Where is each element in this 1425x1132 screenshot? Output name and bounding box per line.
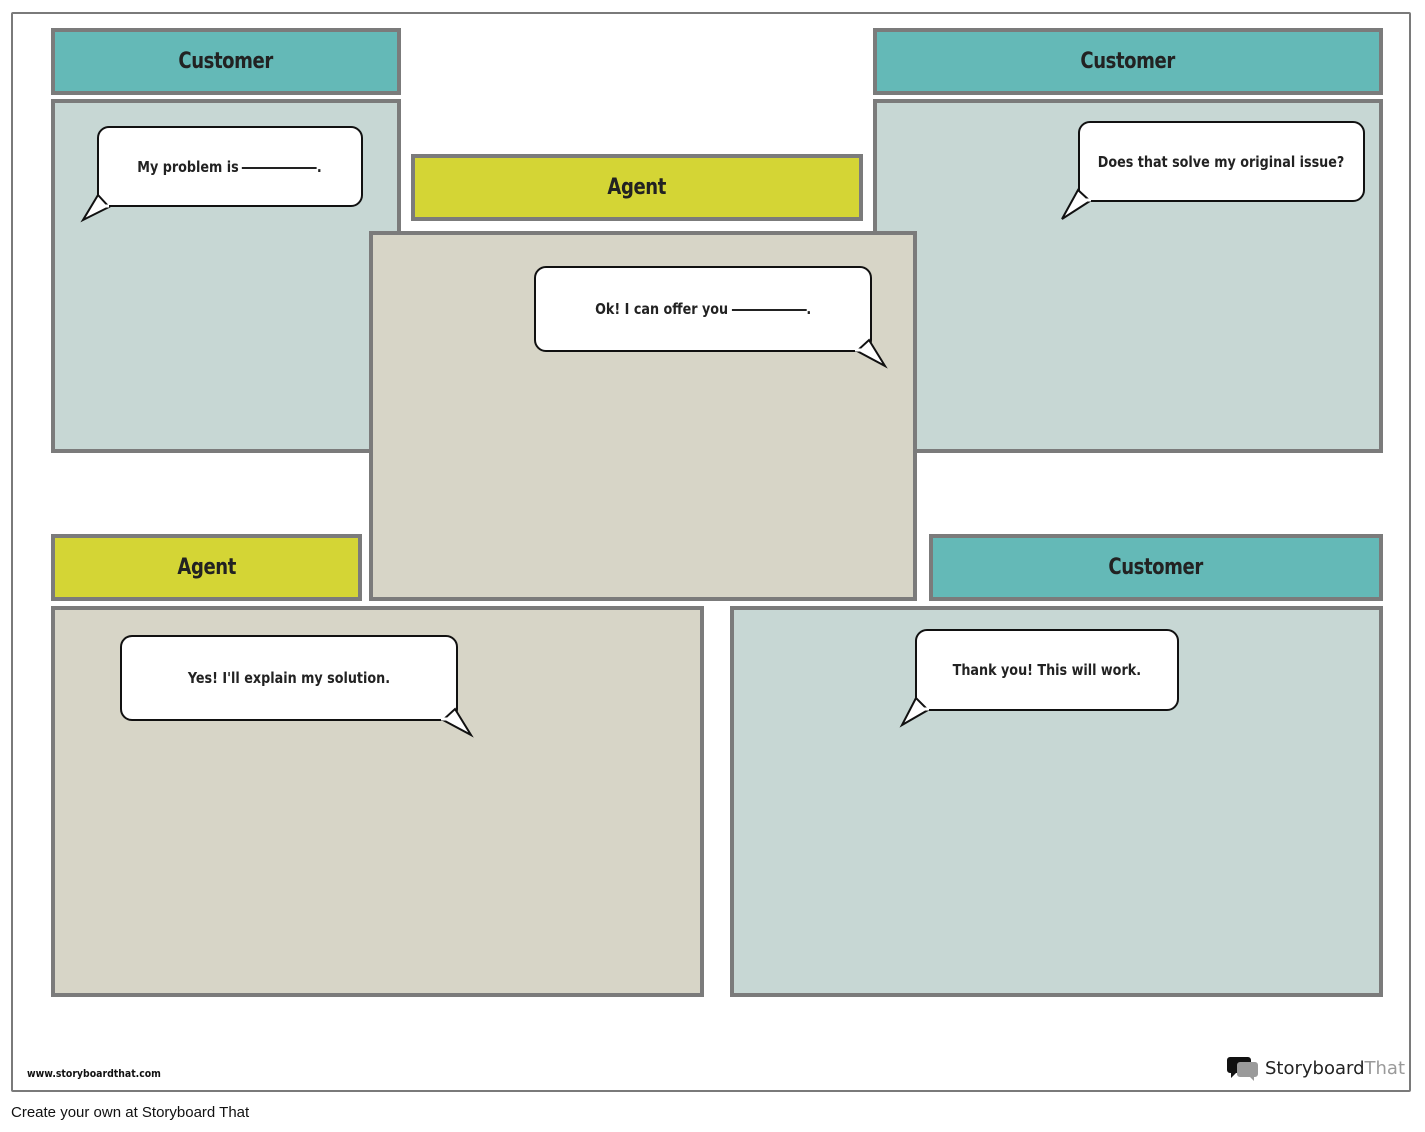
panel-2-role: Agent: [607, 175, 667, 200]
panel-3-label: Customer: [873, 28, 1383, 95]
storyboardthat-logo[interactable]: StoryboardThat: [1227, 1055, 1405, 1081]
panel-3-bubble-tail: [1061, 188, 1092, 220]
brand-accent: That: [1364, 1057, 1406, 1079]
panel-5-speech: Thank you! This will work.: [952, 661, 1142, 679]
panel-5-label: Customer: [929, 534, 1383, 601]
panel-4-speech-bubble: Yes! I'll explain my solution.: [120, 635, 458, 721]
panel-4-label: Agent: [51, 534, 362, 601]
brand-main: Storyboard: [1265, 1057, 1365, 1079]
panel-2-speech-bubble: Ok! I can offer you.: [534, 266, 872, 352]
panel-4-bubble-tail: [441, 707, 474, 738]
panel-1-speech: My problem is: [137, 157, 240, 176]
panel-3-speech: Does that solve my original issue?: [1098, 152, 1345, 171]
panel-1-role: Customer: [178, 49, 274, 74]
panel-4-role: Agent: [177, 555, 236, 580]
panel-3-role: Customer: [1080, 49, 1176, 74]
panel-5-role: Customer: [1108, 555, 1204, 580]
speech-bubbles-icon: [1227, 1057, 1258, 1081]
panel-1-speech-bubble: My problem is.: [97, 126, 363, 207]
panel-2-speech: Ok! I can offer you: [594, 300, 728, 318]
create-your-own-link[interactable]: Create your own at Storyboard That: [11, 1104, 249, 1121]
panel-3-speech-bubble: Does that solve my original issue?: [1078, 121, 1365, 202]
fill-in-blank: [242, 166, 318, 169]
panel-2-bubble-tail: [855, 338, 888, 369]
panel-1-label: Customer: [51, 28, 401, 95]
panel-1-bubble-tail: [80, 193, 111, 223]
fill-in-blank: [731, 309, 807, 311]
panel-2-label: Agent: [411, 154, 863, 221]
panel-4-speech: Yes! I'll explain my solution.: [187, 669, 391, 687]
panel-5-bubble-tail: [899, 696, 930, 728]
site-url[interactable]: www.storyboardthat.com: [27, 1067, 161, 1080]
panel-5-speech-bubble: Thank you! This will work.: [915, 629, 1179, 711]
